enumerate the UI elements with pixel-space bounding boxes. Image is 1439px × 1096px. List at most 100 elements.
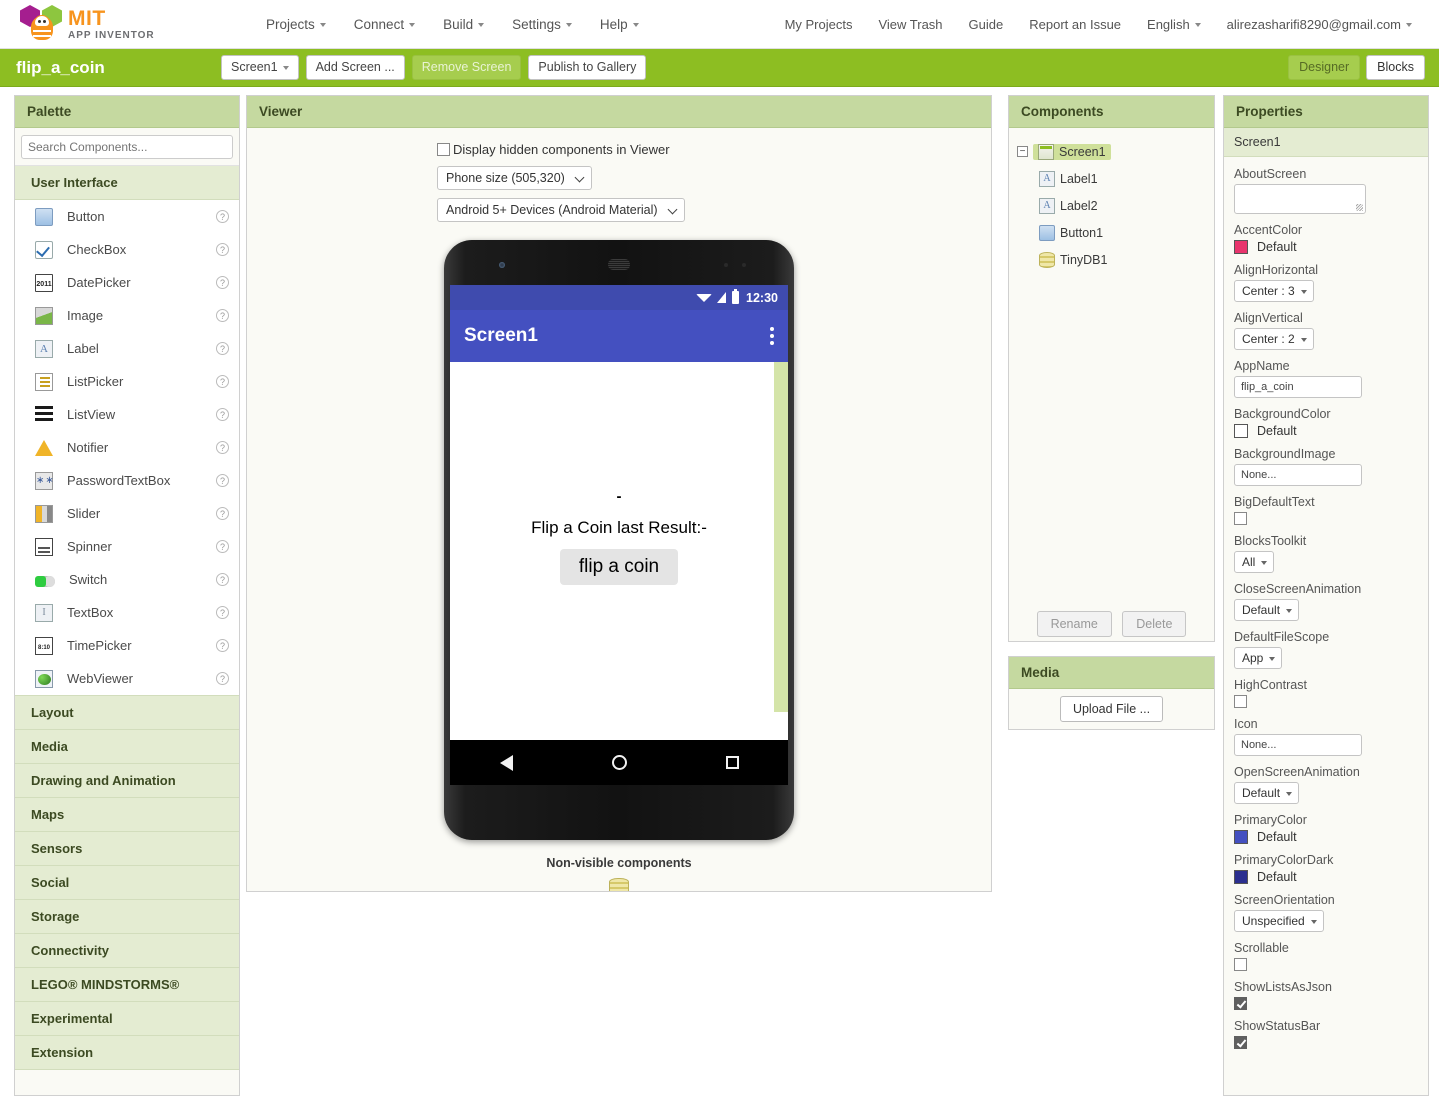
tree-item-button1[interactable]: Button1 [1017, 219, 1206, 246]
palette-item-listpicker[interactable]: ListPicker? [15, 365, 239, 398]
property-value-highcontrast[interactable] [1234, 695, 1247, 708]
menu-connect[interactable]: Connect [340, 11, 429, 38]
palette-item-switch[interactable]: Switch? [15, 563, 239, 596]
palette-item-image[interactable]: Image? [15, 299, 239, 332]
palette-item-spinner[interactable]: Spinner? [15, 530, 239, 563]
phone-size-select[interactable]: Phone size (505,320) [437, 166, 592, 190]
palette-item-textbox[interactable]: I TextBox? [15, 596, 239, 629]
palette-category-maps[interactable]: Maps [15, 798, 239, 832]
link-guide[interactable]: Guide [956, 11, 1017, 38]
help-icon[interactable]: ? [216, 309, 229, 322]
overflow-menu-icon[interactable] [770, 327, 774, 345]
help-icon[interactable]: ? [216, 375, 229, 388]
help-icon[interactable]: ? [216, 573, 229, 586]
property-value-primarycolor[interactable]: Default [1234, 830, 1418, 844]
palette-category-experimental[interactable]: Experimental [15, 1002, 239, 1036]
component-label2[interactable]: Flip a Coin last Result:- [531, 518, 707, 538]
palette-item-datepicker[interactable]: 2011 DatePicker? [15, 266, 239, 299]
help-icon[interactable]: ? [216, 474, 229, 487]
help-icon[interactable]: ? [216, 606, 229, 619]
property-value-appname[interactable] [1234, 376, 1362, 398]
help-icon[interactable]: ? [216, 441, 229, 454]
palette-item-listview[interactable]: ListView? [15, 398, 239, 431]
component-label1[interactable]: - [617, 489, 622, 504]
component-button1[interactable]: flip a coin [559, 549, 679, 585]
device-theme-select[interactable]: Android 5+ Devices (Android Material) [437, 198, 685, 222]
palette-category-extension[interactable]: Extension [15, 1036, 239, 1070]
property-value-closescreenanimation[interactable]: Default [1234, 599, 1300, 621]
property-value-primarycolordark[interactable]: Default [1234, 870, 1418, 884]
palette-category-connectivity[interactable]: Connectivity [15, 934, 239, 968]
palette-item-button[interactable]: Button? [15, 200, 239, 233]
help-icon[interactable]: ? [216, 540, 229, 553]
menu-build[interactable]: Build [429, 11, 498, 38]
account-email-selector[interactable]: alirezasharifi8290@gmail.com [1214, 11, 1425, 38]
tab-blocks[interactable]: Blocks [1366, 55, 1425, 80]
palette-item-notifier[interactable]: Notifier? [15, 431, 239, 464]
property-value-bigdefaulttext[interactable] [1234, 512, 1247, 525]
language-selector[interactable]: English [1134, 11, 1214, 38]
property-value-openscreenanimation[interactable]: Default [1234, 782, 1300, 804]
help-icon[interactable]: ? [216, 276, 229, 289]
palette-category-sensors[interactable]: Sensors [15, 832, 239, 866]
property-value-showstatusbar[interactable] [1234, 1036, 1247, 1049]
property-value-alignhorizontal[interactable]: Center : 3 [1234, 280, 1314, 302]
property-value-alignvertical[interactable]: Center : 2 [1234, 328, 1314, 350]
tree-item-tinydb1[interactable]: TinyDB1 [1017, 246, 1206, 273]
property-value-accentcolor[interactable]: Default [1234, 240, 1418, 254]
palette-category-social[interactable]: Social [15, 866, 239, 900]
app-inventor-logo[interactable]: MIT APP INVENTOR [20, 4, 190, 44]
property-value-scrollable[interactable] [1234, 958, 1247, 971]
delete-button[interactable]: Delete [1122, 611, 1187, 637]
help-icon[interactable]: ? [216, 672, 229, 685]
back-icon[interactable] [499, 754, 513, 771]
palette-item-slider[interactable]: Slider? [15, 497, 239, 530]
palette-category-user-interface[interactable]: User Interface [15, 166, 239, 200]
property-value-backgroundimage[interactable] [1234, 464, 1362, 486]
palette-item-timepicker[interactable]: 8:10 TimePicker? [15, 629, 239, 662]
palette-item-label[interactable]: A Label? [15, 332, 239, 365]
property-value-backgroundcolor[interactable]: Default [1234, 424, 1418, 438]
tab-designer[interactable]: Designer [1288, 55, 1361, 80]
palette-category-media[interactable]: Media [15, 730, 239, 764]
link-report-an-issue[interactable]: Report an Issue [1016, 11, 1134, 38]
recents-icon[interactable] [725, 756, 739, 769]
help-icon[interactable]: ? [216, 243, 229, 256]
property-value-icon[interactable] [1234, 734, 1362, 756]
link-view-trash[interactable]: View Trash [865, 11, 955, 38]
search-input[interactable] [21, 135, 233, 159]
tree-item-label2[interactable]: A Label2 [1017, 192, 1206, 219]
property-value-showlistsasjson[interactable] [1234, 997, 1247, 1010]
home-icon[interactable] [611, 755, 627, 770]
property-value-screenorientation[interactable]: Unspecified [1234, 910, 1324, 932]
non-visible-component-tinydb1[interactable]: TinyDB1 [546, 878, 691, 891]
palette-item-checkbox[interactable]: CheckBox? [15, 233, 239, 266]
display-hidden-components-row[interactable]: Display hidden components in Viewer [437, 142, 991, 157]
palette-category-lego-mindstorms[interactable]: LEGO® MINDSTORMS® [15, 968, 239, 1002]
property-value-blockstoolkit[interactable]: All [1234, 551, 1275, 573]
help-icon[interactable]: ? [216, 408, 229, 421]
palette-item-webviewer[interactable]: WebViewer? [15, 662, 239, 695]
help-icon[interactable]: ? [216, 507, 229, 520]
publish-to-gallery-button[interactable]: Publish to Gallery [528, 55, 647, 80]
property-value-defaultfilescope[interactable]: App [1234, 647, 1283, 669]
rename-button[interactable]: Rename [1036, 611, 1112, 637]
palette-category-layout[interactable]: Layout [15, 696, 239, 730]
add-screen-button[interactable]: Add Screen ... [305, 55, 405, 80]
tree-item-screen1[interactable]: − Screen1 [1017, 138, 1206, 165]
display-hidden-components-checkbox[interactable] [437, 143, 450, 156]
palette-category-storage[interactable]: Storage [15, 900, 239, 934]
help-icon[interactable]: ? [216, 210, 229, 223]
tree-item-label1[interactable]: A Label1 [1017, 165, 1206, 192]
palette-item-passwordtextbox[interactable]: ∗∗ PasswordTextBox? [15, 464, 239, 497]
screen-selector-button[interactable]: Screen1 [221, 55, 299, 80]
menu-help[interactable]: Help [586, 11, 653, 38]
link-my-projects[interactable]: My Projects [772, 11, 866, 38]
help-icon[interactable]: ? [216, 639, 229, 652]
menu-settings[interactable]: Settings [498, 11, 586, 38]
tree-collapse-toggle[interactable]: − [1017, 146, 1028, 157]
property-value-aboutscreen[interactable] [1234, 184, 1366, 214]
menu-projects[interactable]: Projects [252, 11, 340, 38]
palette-category-drawing-and-animation[interactable]: Drawing and Animation [15, 764, 239, 798]
upload-file-button[interactable]: Upload File ... [1059, 696, 1164, 722]
